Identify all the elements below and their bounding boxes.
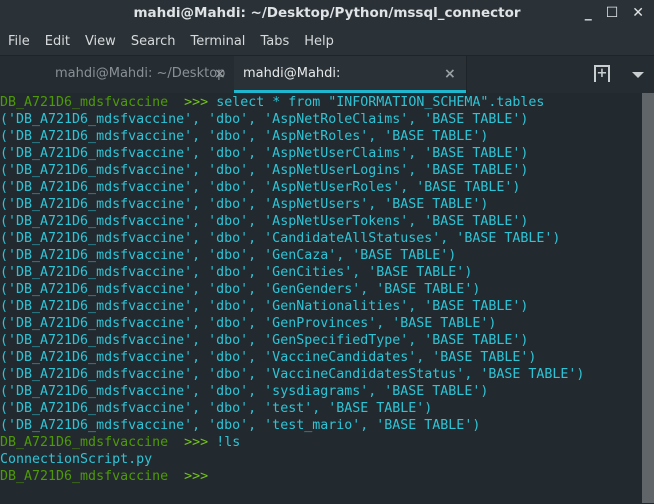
- new-tab-icon[interactable]: +: [594, 65, 610, 82]
- menu-help[interactable]: Help: [300, 34, 338, 49]
- menu-view[interactable]: View: [81, 34, 120, 49]
- command-text: !ls: [216, 435, 241, 450]
- menu-bar: File Edit View Search Terminal Tabs Help: [0, 27, 654, 55]
- output-line: ConnectionScript.py: [0, 452, 153, 467]
- maximize-button[interactable]: ☐: [606, 0, 619, 27]
- output-line: ('DB_A721D6_mdsfvaccine', 'dbo', 'GenNat…: [0, 299, 529, 314]
- prompt-arrow: >>>: [184, 95, 209, 110]
- output-line: ('DB_A721D6_mdsfvaccine', 'dbo', 'Vaccin…: [0, 367, 585, 382]
- output-line: ('DB_A721D6_mdsfvaccine', 'dbo', 'sysdia…: [0, 384, 489, 399]
- output-line: ('DB_A721D6_mdsfvaccine', 'dbo', 'AspNet…: [0, 180, 521, 195]
- prompt-arrow: >>>: [184, 469, 209, 484]
- window-controls: _ ☐ ✕: [585, 0, 644, 27]
- tab-desktop[interactable]: mahdi@Mahdi: ~/Desktop ×: [0, 56, 234, 93]
- window-title: mahdi@Mahdi: ~/Desktop/Python/mssql_conn…: [133, 5, 521, 21]
- prompt-line: DB_A721D6_mdsfvaccine >>>: [0, 468, 642, 485]
- output-line: ('DB_A721D6_mdsfvaccine', 'dbo', 'AspNet…: [0, 163, 529, 178]
- output-line: ('DB_A721D6_mdsfvaccine', 'dbo', 'GenSpe…: [0, 333, 529, 348]
- output-line: ('DB_A721D6_mdsfvaccine', 'dbo', 'GenPro…: [0, 316, 497, 331]
- chevron-down-icon[interactable]: [632, 72, 644, 78]
- tab-divider: [466, 56, 467, 93]
- output-line: ('DB_A721D6_mdsfvaccine', 'dbo', 'AspNet…: [0, 146, 529, 161]
- output-line: ('DB_A721D6_mdsfvaccine', 'dbo', 'Vaccin…: [0, 350, 537, 365]
- minimize-button[interactable]: _: [585, 0, 592, 27]
- output-line: ('DB_A721D6_mdsfvaccine', 'dbo', 'AspNet…: [0, 112, 529, 127]
- close-tab-icon[interactable]: ×: [444, 56, 456, 92]
- output-line: ('DB_A721D6_mdsfvaccine', 'dbo', 'test_m…: [0, 418, 481, 433]
- prompt-line: DB_A721D6_mdsfvaccine >>> select * from …: [0, 94, 642, 111]
- output-line: ('DB_A721D6_mdsfvaccine', 'dbo', 'test',…: [0, 401, 433, 416]
- scrollbar[interactable]: [642, 93, 654, 503]
- menu-search[interactable]: Search: [127, 34, 180, 49]
- output-line: ('DB_A721D6_mdsfvaccine', 'dbo', 'GenCit…: [0, 265, 473, 280]
- prompt-db: DB_A721D6_mdsfvaccine: [0, 95, 169, 110]
- menu-file[interactable]: File: [4, 34, 34, 49]
- prompt-arrow: >>>: [184, 435, 209, 450]
- prompt-line: DB_A721D6_mdsfvaccine >>> !ls: [0, 434, 642, 451]
- output-line: ('DB_A721D6_mdsfvaccine', 'dbo', 'AspNet…: [0, 129, 489, 144]
- command-text: select * from "INFORMATION_SCHEMA".table…: [216, 95, 545, 110]
- tab-mssql-connector[interactable]: mahdi@Mahdi: ~/Desktop/Python/... ×: [234, 56, 466, 117]
- prompt-db: DB_A721D6_mdsfvaccine: [0, 435, 169, 450]
- close-tab-icon[interactable]: ×: [214, 56, 226, 92]
- window-titlebar: mahdi@Mahdi: ~/Desktop/Python/mssql_conn…: [0, 0, 654, 27]
- output-line: ('DB_A721D6_mdsfvaccine', 'dbo', 'AspNet…: [0, 197, 489, 212]
- menu-edit[interactable]: Edit: [41, 34, 74, 49]
- prompt-db: DB_A721D6_mdsfvaccine: [0, 469, 169, 484]
- output-line: ('DB_A721D6_mdsfvaccine', 'dbo', 'Candid…: [0, 231, 561, 246]
- output-line: ('DB_A721D6_mdsfvaccine', 'dbo', 'GenGen…: [0, 282, 481, 297]
- tab-label: mahdi@Mahdi: ~/Desktop: [55, 66, 226, 81]
- output-line: ('DB_A721D6_mdsfvaccine', 'dbo', 'AspNet…: [0, 214, 529, 229]
- output-line: ('DB_A721D6_mdsfvaccine', 'dbo', 'GenCaz…: [0, 248, 457, 263]
- tab-bar: mahdi@Mahdi: ~/Desktop × mahdi@Mahdi: ~/…: [0, 55, 654, 117]
- close-button[interactable]: ✕: [632, 0, 644, 27]
- menu-terminal[interactable]: Terminal: [186, 34, 249, 49]
- terminal-output[interactable]: DB_A721D6_mdsfvaccine >>> select * from …: [0, 93, 642, 504]
- menu-tabs[interactable]: Tabs: [256, 34, 293, 49]
